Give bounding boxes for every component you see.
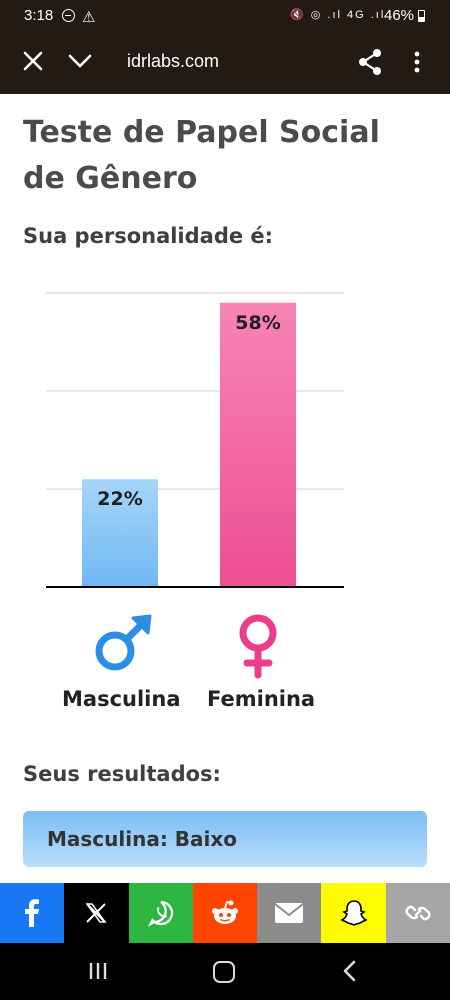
- recent-apps-icon[interactable]: [88, 961, 108, 981]
- category-label-feminina: Feminina: [207, 687, 316, 711]
- link-icon: [405, 905, 431, 921]
- share-bar: [0, 883, 450, 943]
- gender-role-chart: 22% 58%: [0, 280, 450, 720]
- status-time: 3:18: [24, 7, 54, 24]
- bar-chart-svg: 22% 58%: [46, 292, 344, 679]
- results-heading: Seus resultados:: [23, 762, 221, 786]
- result-card-masculina[interactable]: Masculina: Baixo: [23, 811, 427, 867]
- share-email-button[interactable]: [257, 883, 322, 943]
- envelope-icon: [274, 903, 304, 923]
- male-symbol-icon: [95, 614, 152, 671]
- page-title: Teste de Papel Social de Gênero: [23, 115, 380, 196]
- chevron-down-icon[interactable]: [66, 48, 94, 74]
- close-icon[interactable]: [20, 48, 46, 74]
- signal-icons: 🔇 ◎ .ıl 4G .ıl: [290, 9, 386, 21]
- share-facebook-button[interactable]: [0, 883, 65, 943]
- share-icon[interactable]: [356, 47, 384, 77]
- share-copy-link-button[interactable]: [385, 883, 450, 943]
- share-whatsapp-button[interactable]: [128, 883, 193, 943]
- facebook-icon: [25, 899, 40, 927]
- reddit-icon: [211, 900, 238, 924]
- battery-percent: 46%: [384, 7, 415, 24]
- whatsapp-icon: [147, 900, 173, 927]
- share-snapchat-button[interactable]: [321, 883, 386, 943]
- share-reddit-button[interactable]: [192, 883, 258, 943]
- bar-value-label: 58%: [235, 312, 280, 334]
- more-options-icon[interactable]: [408, 47, 426, 77]
- x-icon: [85, 903, 107, 923]
- result-card-label: Masculina: Baixo: [47, 827, 238, 851]
- battery-icon: [418, 10, 425, 22]
- browser-toolbar: idrlabs.com: [0, 32, 450, 94]
- share-x-button[interactable]: [64, 883, 129, 943]
- bar-value-label: 22%: [97, 488, 142, 510]
- system-nav-bar: [0, 943, 450, 1000]
- do-not-disturb-icon: [62, 9, 75, 22]
- female-symbol-icon: [239, 614, 277, 679]
- alert-icon: ⚠: [82, 9, 96, 26]
- home-icon[interactable]: [213, 961, 235, 983]
- back-icon[interactable]: [340, 960, 360, 982]
- category-label-masculina: Masculina: [62, 687, 181, 711]
- url-text[interactable]: idrlabs.com: [127, 51, 219, 72]
- personality-heading: Sua personalidade é:: [23, 224, 274, 248]
- status-bar: 3:18 ⚠ 🔇 ◎ .ıl 4G .ıl 46%: [0, 0, 450, 32]
- bar-feminina: [220, 302, 296, 587]
- ghost-icon: [340, 900, 368, 926]
